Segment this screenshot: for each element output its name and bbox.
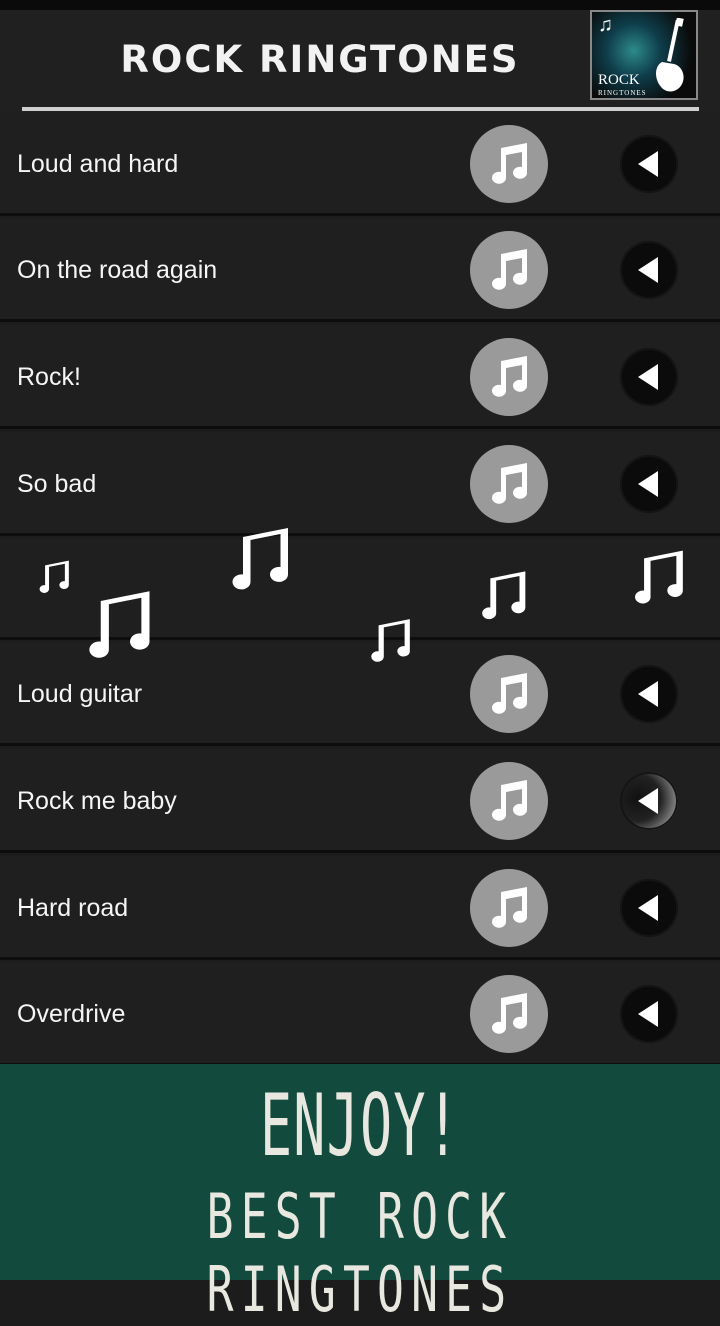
music-note-icon <box>492 463 527 504</box>
ringtone-title: On the road again <box>17 256 218 284</box>
music-note-icon <box>635 550 683 604</box>
play-button[interactable] <box>620 772 678 830</box>
play-icon <box>638 151 658 177</box>
ringtone-title: Overdrive <box>17 1000 126 1028</box>
music-note-icon <box>492 356 527 397</box>
play-button[interactable] <box>620 985 678 1043</box>
list-item[interactable]: Overdrive <box>0 962 720 1066</box>
set-ringtone-button[interactable] <box>470 869 548 947</box>
app-logo: ♫ ROCK RINGTONES <box>590 10 698 100</box>
play-button[interactable] <box>620 665 678 723</box>
music-note-icon <box>232 528 288 590</box>
play-button[interactable] <box>620 879 678 937</box>
play-icon <box>638 788 658 814</box>
music-note-icon <box>39 560 69 593</box>
logo-subtext: RINGTONES <box>598 89 647 97</box>
ringtone-title: Loud and hard <box>17 150 179 178</box>
play-icon <box>638 257 658 283</box>
music-note-icon <box>89 591 150 658</box>
set-ringtone-button[interactable] <box>470 231 548 309</box>
music-note-icon <box>492 887 527 928</box>
play-icon <box>638 1001 658 1027</box>
list-item[interactable]: Hard road <box>0 856 720 960</box>
logo-text: ROCK <box>598 72 640 88</box>
play-button[interactable] <box>620 348 678 406</box>
set-ringtone-button[interactable] <box>470 655 548 733</box>
set-ringtone-button[interactable] <box>470 975 548 1053</box>
set-ringtone-button[interactable] <box>470 762 548 840</box>
music-note-icon <box>492 993 527 1034</box>
list-item[interactable]: Loud and hard <box>0 112 720 216</box>
ringtone-title: Loud guitar <box>17 680 143 708</box>
play-icon <box>638 364 658 390</box>
ringtone-title: Hard road <box>17 894 129 922</box>
play-icon <box>638 471 658 497</box>
promo-subheadline: BEST ROCK RINGTONES <box>206 1180 514 1326</box>
play-icon <box>638 895 658 921</box>
guitar-icon <box>656 18 684 92</box>
promo-banner[interactable]: ENJOY! BEST ROCK RINGTONES <box>0 1064 720 1326</box>
play-button[interactable] <box>620 135 678 193</box>
status-bar <box>0 0 720 10</box>
ringtone-title: So bad <box>17 470 97 498</box>
music-note-icon <box>492 143 527 184</box>
set-ringtone-button[interactable] <box>470 125 548 203</box>
list-item[interactable]: Rock me baby <box>0 749 720 853</box>
music-note-icon <box>492 673 527 714</box>
list-item[interactable]: On the road again <box>0 218 720 322</box>
music-note-icon <box>371 619 410 662</box>
header-divider <box>22 107 699 111</box>
list-item[interactable]: So bad <box>0 432 720 536</box>
promo-headline: ENJOY! <box>259 1076 461 1176</box>
play-icon <box>638 681 658 707</box>
play-button[interactable] <box>620 455 678 513</box>
play-button[interactable] <box>620 241 678 299</box>
page-title: ROCK RINGTONES <box>120 38 520 81</box>
decorative-notes-banner <box>0 528 720 662</box>
music-note-icon <box>492 780 527 821</box>
set-ringtone-button[interactable] <box>470 445 548 523</box>
music-note-icon <box>482 571 526 620</box>
list-item[interactable]: Rock! <box>0 325 720 429</box>
ringtone-title: Rock! <box>17 363 81 391</box>
ringtone-title: Rock me baby <box>17 787 177 815</box>
set-ringtone-button[interactable] <box>470 338 548 416</box>
music-note-icon: ♫ <box>598 14 613 36</box>
music-note-icon <box>492 249 527 290</box>
